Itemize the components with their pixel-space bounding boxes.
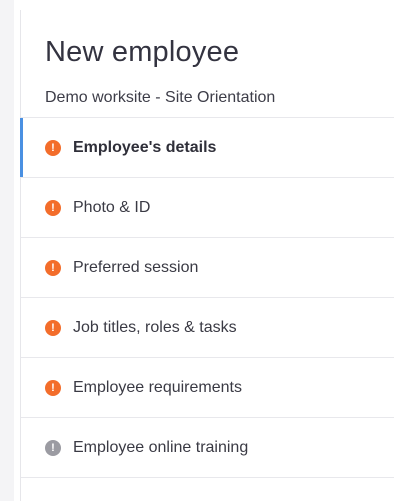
step-employee-details[interactable]: ! Employee's details <box>20 118 394 178</box>
step-label: Preferred session <box>73 258 199 276</box>
step-label: Employee requirements <box>73 378 242 396</box>
warning-icon: ! <box>45 379 61 396</box>
warning-icon: ! <box>45 199 61 216</box>
step-employee-online-training[interactable]: ! Employee online training <box>21 418 394 478</box>
step-label: Employee online training <box>73 438 249 456</box>
page-subtitle: Demo worksite - Site Orientation <box>45 89 276 106</box>
step-employee-requirements[interactable]: ! Employee requirements <box>21 358 394 418</box>
wizard-panel: New employee Demo worksite - Site Orient… <box>20 10 394 501</box>
step-label: Employee's details <box>73 138 217 156</box>
step-job-titles-roles-tasks[interactable]: ! Job titles, roles & tasks <box>21 298 394 358</box>
warning-icon: ! <box>45 319 61 336</box>
page-title: New employee <box>45 36 240 68</box>
left-gutter <box>0 0 14 501</box>
warning-icon: ! <box>45 139 61 156</box>
wizard-header: New employee Demo worksite - Site Orient… <box>21 10 394 118</box>
step-preferred-session[interactable]: ! Preferred session <box>21 238 394 298</box>
inactive-exclamation-icon: ! <box>45 439 61 456</box>
step-label: Job titles, roles & tasks <box>73 318 237 336</box>
page: New employee Demo worksite - Site Orient… <box>0 0 394 501</box>
wizard-steps: ! Employee's details ! Photo & ID ! Pref… <box>20 118 394 478</box>
warning-icon: ! <box>45 259 61 276</box>
step-photo-id[interactable]: ! Photo & ID <box>21 178 394 238</box>
step-label: Photo & ID <box>73 198 151 216</box>
